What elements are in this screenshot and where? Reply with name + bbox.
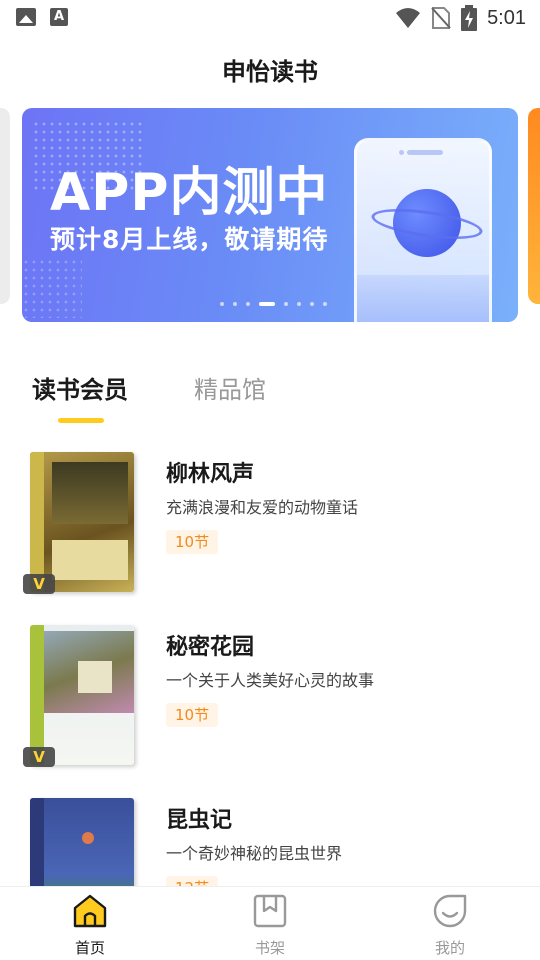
nav-bookshelf-label: 书架 [254,939,285,957]
vip-badge: V [23,747,55,767]
nav-profile-label: 我的 [434,939,465,957]
book-description: 充满浪漫和友爱的动物童话 [166,498,359,517]
text-notification-icon: A [50,8,68,26]
status-bar: A 5:01 [0,0,540,36]
lesson-count-tag: 10节 [166,530,219,554]
bottom-navigation: 首页 书架 我的 [0,886,540,960]
book-title: 柳林风声 [166,462,255,487]
carousel-dot [246,302,250,306]
vip-badge: V [23,574,55,594]
nav-bookshelf[interactable]: 书架 [180,887,360,960]
nav-profile[interactable]: 我的 [360,887,540,960]
no-sim-icon [431,7,451,29]
carousel-dot [284,302,288,306]
banner-next-slide[interactable] [528,108,540,304]
active-tab-indicator [58,418,104,423]
battery-charging-icon [461,5,478,31]
book-title: 昆虫记 [166,808,233,833]
book-cover[interactable] [30,625,134,765]
carousel-dot [259,302,275,306]
image-notification-icon [16,8,36,26]
book-description: 一个奇妙神秘的昆虫世界 [166,844,343,863]
phone-illustration [354,138,492,322]
nav-home[interactable]: 首页 [0,887,180,960]
lesson-count-tag: 10节 [166,703,219,727]
carousel-dot [297,302,301,306]
wifi-icon [396,8,421,28]
banner-decoration [22,258,82,318]
profile-icon [433,894,467,928]
clock: 5:01 [487,6,526,29]
carousel-dot [233,302,237,306]
app-title: 申怡读书 [222,58,318,86]
list-item[interactable]: V 秘密花园 一个关于人类美好心灵的故事 10节 [0,625,540,775]
book-description: 一个关于人类美好心灵的故事 [166,671,375,690]
book-cover[interactable] [30,452,134,592]
banner-previous-slide[interactable] [0,108,10,304]
carousel-dot [310,302,314,306]
book-title: 秘密花园 [166,635,255,660]
tab-reading-membership[interactable]: 读书会员 [32,370,128,405]
nav-home-label: 首页 [74,939,105,957]
tab-premium-hall[interactable]: 精品馆 [194,370,266,405]
banner-headline: APP内测中 [50,163,329,223]
carousel-indicator [220,302,327,306]
carousel-dot [220,302,224,306]
carousel-dot [323,302,327,306]
promo-banner[interactable]: APP内测中 预计8月上线，敬请期待 [22,108,518,322]
home-icon [73,894,107,928]
banner-subline: 预计8月上线，敬请期待 [50,225,329,254]
list-item[interactable]: V 柳林风声 充满浪漫和友爱的动物童话 10节 [0,452,540,602]
bookshelf-icon [253,894,287,928]
